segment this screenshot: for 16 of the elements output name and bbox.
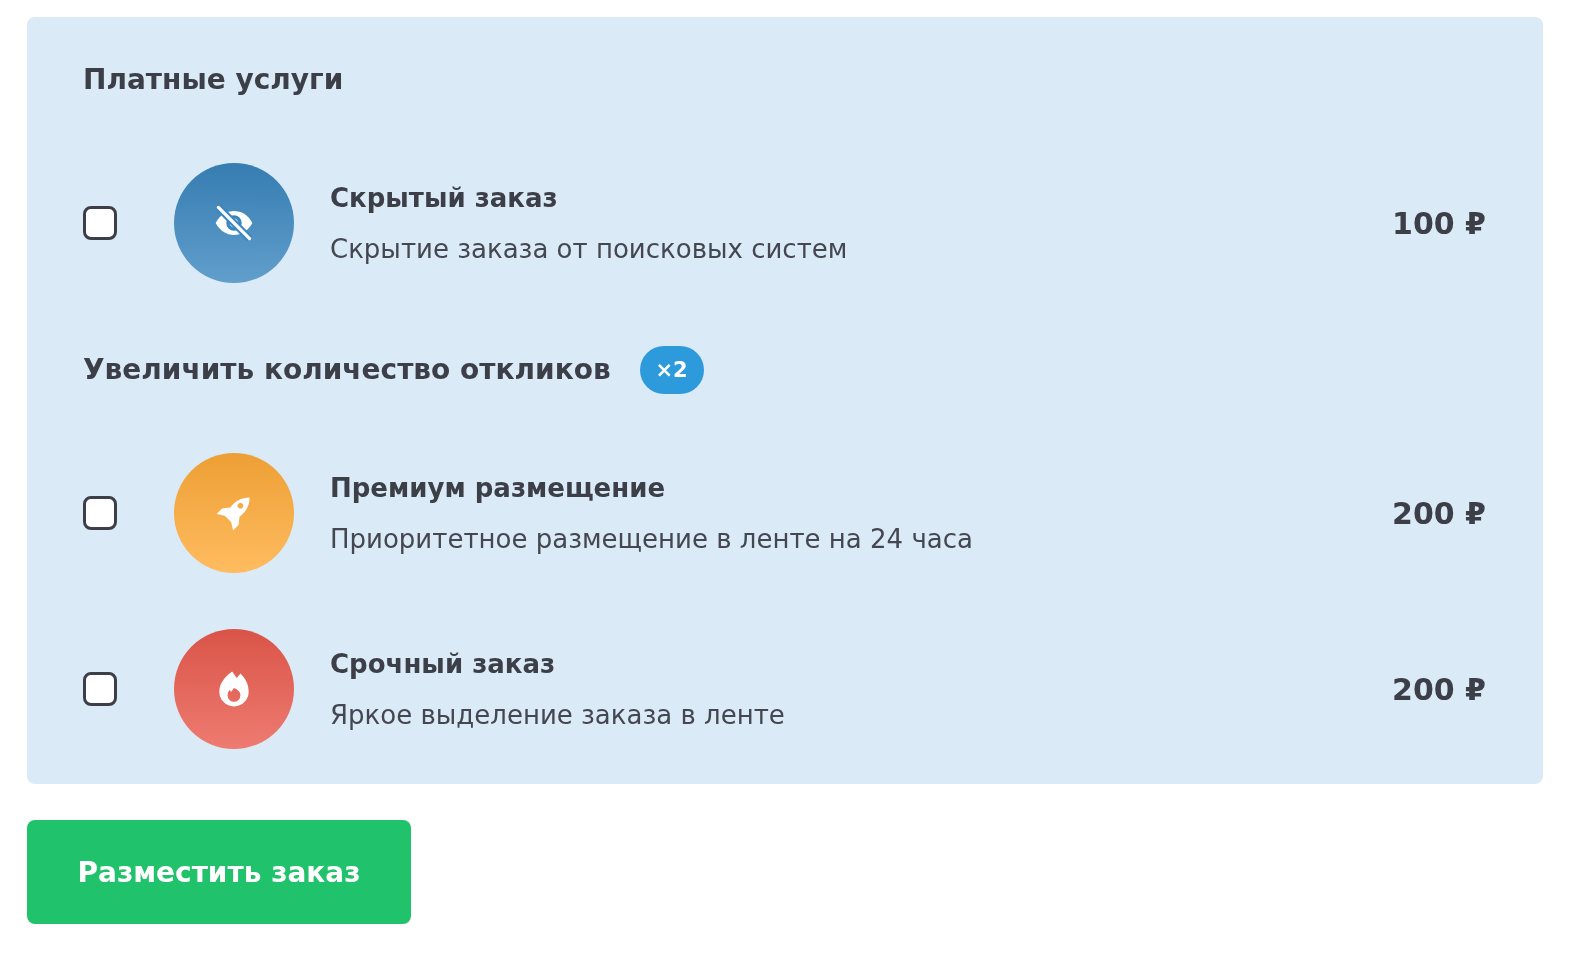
checkbox[interactable] bbox=[83, 496, 117, 530]
service-title: Срочный заказ bbox=[330, 647, 557, 681]
service-description: Приоритетное размещение в ленте на 24 часа bbox=[330, 522, 974, 556]
section-heading: Увеличить количество откликов bbox=[83, 352, 611, 388]
checkbox[interactable] bbox=[83, 672, 117, 706]
service-title: Премиум размещение bbox=[330, 471, 667, 505]
checkbox[interactable] bbox=[83, 206, 117, 240]
service-price: 100 ₽ bbox=[1392, 205, 1486, 241]
service-price: 200 ₽ bbox=[1392, 671, 1486, 707]
service-title: Скрытый заказ bbox=[330, 181, 559, 215]
service-description: Скрытие заказа от поисковых систем bbox=[330, 232, 849, 266]
service-price: 200 ₽ bbox=[1392, 495, 1486, 531]
service-description: Яркое выделение заказа в ленте bbox=[330, 698, 786, 732]
submit-button[interactable]: Разместить заказ bbox=[27, 820, 411, 924]
multiplier-badge: ×2 bbox=[639, 346, 704, 394]
section-heading: Платные услуги bbox=[83, 62, 344, 98]
